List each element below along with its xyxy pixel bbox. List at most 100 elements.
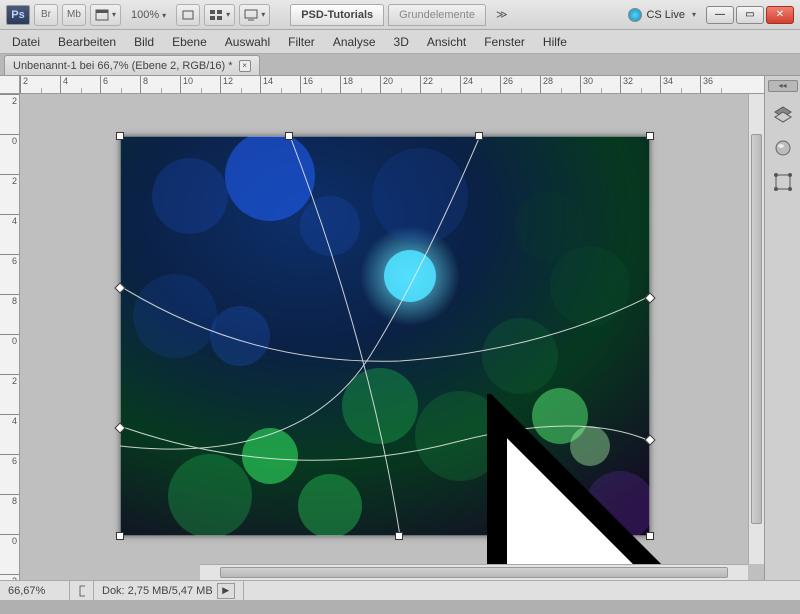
ruler-tick: 2 xyxy=(0,374,19,414)
menu-analyse[interactable]: Analyse xyxy=(325,32,384,52)
menu-hilfe[interactable]: Hilfe xyxy=(535,32,575,52)
filmstrip-icon xyxy=(95,9,109,21)
scrollbar-thumb[interactable] xyxy=(220,567,728,578)
menu-bearbeiten[interactable]: Bearbeiten xyxy=(50,32,124,52)
panel-dock: ◂◂ xyxy=(764,76,800,580)
cs-live-label: CS Live xyxy=(646,9,685,21)
ruler-tick: 30 xyxy=(580,76,620,94)
menu-fenster[interactable]: Fenster xyxy=(476,32,533,52)
warp-handle[interactable] xyxy=(285,132,293,140)
ruler-tick: 18 xyxy=(340,76,380,94)
status-info-menu-button[interactable]: ▶ xyxy=(217,583,235,599)
status-info-icon[interactable] xyxy=(70,581,94,600)
ruler-tick: 26 xyxy=(500,76,540,94)
document-canvas[interactable] xyxy=(120,136,650,536)
ruler-tick: 0 xyxy=(0,334,19,374)
ruler-tick: 0 xyxy=(0,534,19,574)
menu-bild[interactable]: Bild xyxy=(126,32,162,52)
ruler-tick: 6 xyxy=(100,76,140,94)
dock-collapse-button[interactable]: ◂◂ xyxy=(768,80,798,92)
menu-datei[interactable]: Datei xyxy=(4,32,48,52)
maximize-button[interactable]: ▭ xyxy=(736,6,764,24)
workspace-more-button[interactable]: ≫ xyxy=(490,8,514,21)
warp-handle[interactable] xyxy=(646,532,654,540)
ruler-tick: 22 xyxy=(420,76,460,94)
menu-filter[interactable]: Filter xyxy=(280,32,323,52)
arrange-documents-dropdown[interactable] xyxy=(204,4,235,26)
ruler-tick: 8 xyxy=(140,76,180,94)
warp-handle[interactable] xyxy=(475,132,483,140)
ruler-tick: 4 xyxy=(0,414,19,454)
ruler-tick: 14 xyxy=(260,76,300,94)
ruler-tick: 36 xyxy=(700,76,740,94)
main-menu-bar: Datei Bearbeiten Bild Ebene Auswahl Filt… xyxy=(0,30,800,54)
status-zoom[interactable]: 66,67% xyxy=(0,581,70,600)
ruler-tick: 6 xyxy=(0,454,19,494)
puppet-warp-panel-icon[interactable] xyxy=(771,170,795,194)
document-tab[interactable]: Unbenannt-1 bei 66,7% (Ebene 2, RGB/16) … xyxy=(4,55,260,75)
puppet-warp-icon xyxy=(773,172,793,192)
document-tab-close-button[interactable]: × xyxy=(239,60,251,72)
layers-icon xyxy=(773,104,793,124)
ruler-tick: 2 xyxy=(0,94,19,134)
ruler-tick: 4 xyxy=(60,76,100,94)
ruler-tick: 32 xyxy=(620,76,660,94)
bridge-button[interactable]: Br xyxy=(34,4,58,26)
screen-icon xyxy=(244,9,258,21)
ruler-tick: 2 xyxy=(20,76,60,94)
vertical-scrollbar[interactable] xyxy=(748,94,764,564)
ruler-origin[interactable] xyxy=(0,76,20,94)
ruler-tick: 2 xyxy=(0,174,19,214)
workspace-tab-psd-tutorials[interactable]: PSD-Tutorials xyxy=(290,4,384,26)
warp-handle[interactable] xyxy=(116,532,124,540)
layers-panel-icon[interactable] xyxy=(771,102,795,126)
ruler-tick: 10 xyxy=(180,76,220,94)
hand-tool-button[interactable] xyxy=(176,4,200,26)
ruler-tick: 8 xyxy=(0,294,19,334)
scrollbar-thumb[interactable] xyxy=(751,134,762,524)
vertical-ruler[interactable]: 2 0 2 4 6 8 0 2 4 6 8 0 2 xyxy=(0,94,20,580)
screen-mode-dropdown[interactable] xyxy=(239,4,270,26)
close-button[interactable]: ✕ xyxy=(766,6,794,24)
menu-ansicht[interactable]: Ansicht xyxy=(419,32,474,52)
workspace-tab-grundelemente[interactable]: Grundelemente xyxy=(388,4,486,26)
bokeh-image xyxy=(120,136,650,536)
ruler-tick: 8 xyxy=(0,494,19,534)
warp-handle[interactable] xyxy=(646,132,654,140)
document-tab-title: Unbenannt-1 bei 66,7% (Ebene 2, RGB/16) … xyxy=(13,60,233,72)
status-bar: 66,67% Dok: 2,75 MB/5,47 MB ▶ xyxy=(0,580,800,600)
ruler-tick: 4 xyxy=(0,214,19,254)
ruler-tick: 28 xyxy=(540,76,580,94)
minimize-button[interactable]: — xyxy=(706,6,734,24)
menu-auswahl[interactable]: Auswahl xyxy=(217,32,278,52)
menu-ebene[interactable]: Ebene xyxy=(164,32,215,52)
grid-icon xyxy=(209,9,223,21)
menu-3d[interactable]: 3D xyxy=(386,32,417,52)
status-doc-info[interactable]: Dok: 2,75 MB/5,47 MB ▶ xyxy=(94,581,244,600)
cs-live-icon xyxy=(628,8,642,22)
window-controls: — ▭ ✕ xyxy=(706,6,794,24)
app-logo-icon: Ps xyxy=(6,5,30,25)
warp-handle[interactable] xyxy=(116,132,124,140)
document-tab-bar: Unbenannt-1 bei 66,7% (Ebene 2, RGB/16) … xyxy=(0,54,800,76)
warp-handle[interactable] xyxy=(395,532,403,540)
cs-live-dropdown[interactable]: CS Live xyxy=(628,8,696,22)
view-extras-dropdown[interactable] xyxy=(90,4,121,26)
horizontal-scrollbar[interactable] xyxy=(200,564,748,580)
zoom-level-dropdown[interactable]: 100% xyxy=(125,9,172,21)
ruler-tick: 24 xyxy=(460,76,500,94)
ruler-tick: 34 xyxy=(660,76,700,94)
ruler-tick: 12 xyxy=(220,76,260,94)
3d-panel-icon[interactable] xyxy=(771,136,795,160)
canvas-viewport[interactable] xyxy=(20,94,764,580)
sphere-icon xyxy=(773,138,793,158)
status-doc-info-text: Dok: 2,75 MB/5,47 MB xyxy=(102,585,213,597)
ruler-tick: 20 xyxy=(380,76,420,94)
page-icon xyxy=(78,585,85,597)
hand-icon xyxy=(181,9,195,21)
ruler-tick: 16 xyxy=(300,76,340,94)
application-toolbar: Ps Br Mb 100% PSD-Tutorials Grundelement… xyxy=(0,0,800,30)
ruler-tick: 6 xyxy=(0,254,19,294)
horizontal-ruler[interactable]: 2 4 6 8 10 12 14 16 18 20 22 24 26 28 30… xyxy=(20,76,764,94)
minibridge-button[interactable]: Mb xyxy=(62,4,86,26)
